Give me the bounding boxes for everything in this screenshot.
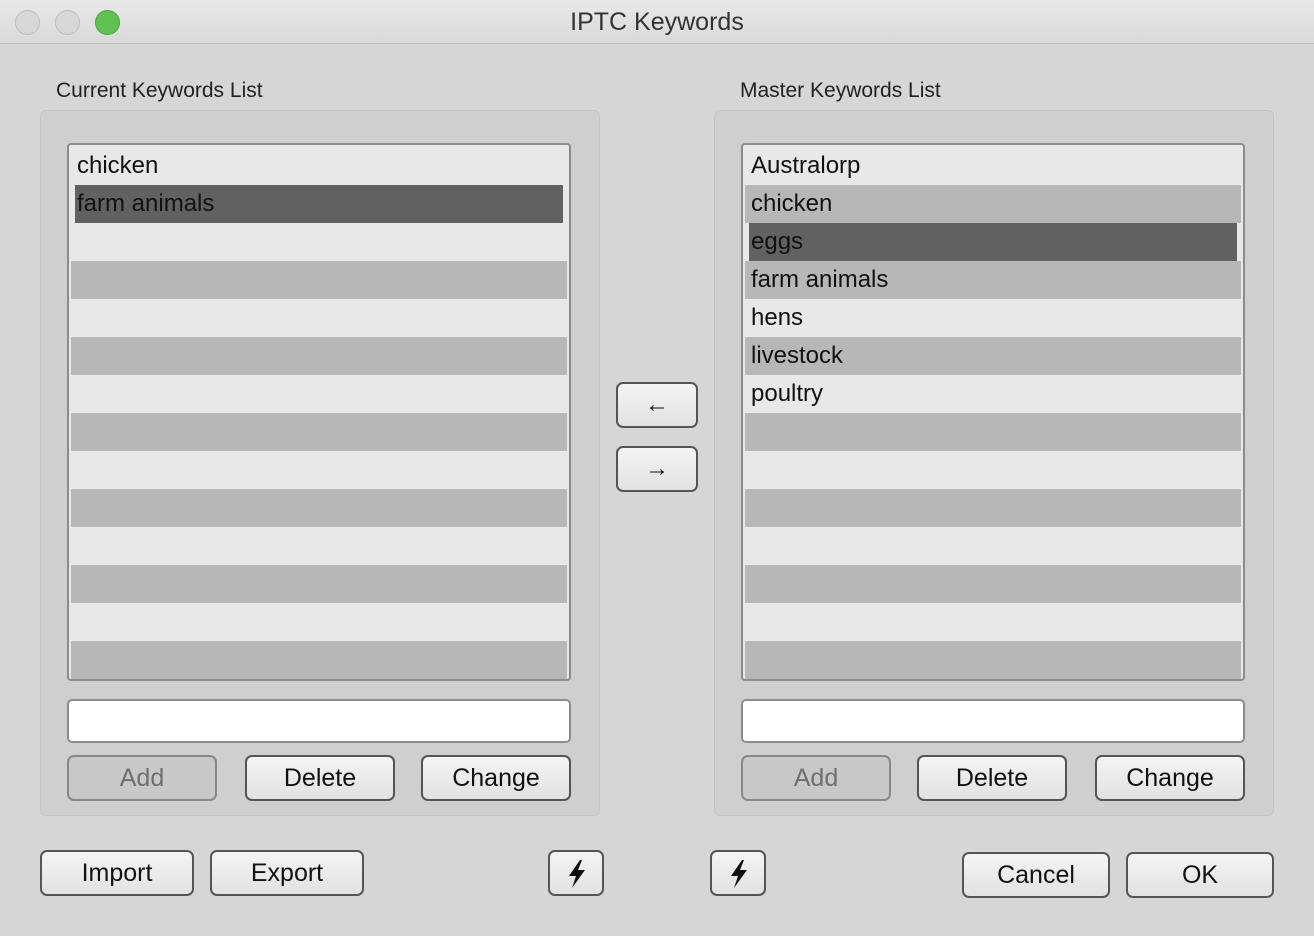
lightning-bolt-icon [569,860,585,888]
export-button[interactable]: Export [210,850,364,896]
window-title: IPTC Keywords [570,8,744,36]
lightning-bolt-icon [731,860,747,888]
title-bar: IPTC Keywords [0,0,1314,44]
current-change-button[interactable]: Change [421,755,571,801]
list-item[interactable]: farm animals [75,185,563,223]
list-item[interactable]: hens [745,299,1241,337]
current-keywords-list[interactable]: chicken farm animals [67,143,571,681]
move-to-current-button[interactable]: ← [616,382,698,428]
list-item[interactable] [745,489,1241,527]
move-to-master-button[interactable]: → [616,446,698,492]
list-item[interactable] [71,337,567,375]
list-item[interactable] [71,223,567,261]
list-item[interactable] [745,565,1241,603]
list-item[interactable] [71,489,567,527]
master-change-button[interactable]: Change [1095,755,1245,801]
list-item[interactable]: farm animals [745,261,1241,299]
import-button[interactable]: Import [40,850,194,896]
list-item[interactable]: chicken [745,185,1241,223]
list-item[interactable] [71,527,567,565]
list-item[interactable] [745,641,1241,679]
list-item[interactable] [71,641,567,679]
list-item[interactable] [71,565,567,603]
list-item[interactable] [745,527,1241,565]
master-keyword-input[interactable] [741,699,1245,743]
list-item[interactable]: poultry [745,375,1241,413]
arrow-left-icon: ← [645,391,669,418]
master-action-button[interactable] [710,850,766,896]
list-item[interactable] [745,451,1241,489]
current-keyword-input[interactable] [67,699,571,743]
arrow-right-icon: → [645,455,669,482]
list-item[interactable] [745,413,1241,451]
list-item[interactable] [745,603,1241,641]
list-item[interactable]: livestock [745,337,1241,375]
current-action-button[interactable] [548,850,604,896]
current-keywords-label: Current Keywords List [56,79,263,102]
list-item[interactable] [71,451,567,489]
master-add-button[interactable]: Add [741,755,891,801]
ok-button[interactable]: OK [1126,852,1274,898]
master-keywords-label: Master Keywords List [740,79,941,102]
list-item[interactable]: chicken [71,147,567,185]
list-item[interactable] [71,375,567,413]
list-item[interactable] [71,413,567,451]
cancel-button[interactable]: Cancel [962,852,1110,898]
master-keywords-list[interactable]: Australorp chicken eggs farm animals hens liv… [741,143,1245,681]
master-delete-button[interactable]: Delete [917,755,1067,801]
list-item[interactable]: Australorp [745,147,1241,185]
master-keywords-group: Australorp chicken eggs farm animals hens liv… [714,110,1274,816]
list-item[interactable] [71,603,567,641]
list-item[interactable] [71,299,567,337]
list-item[interactable]: eggs [749,223,1237,261]
current-add-button[interactable]: Add [67,755,217,801]
current-keywords-group: chicken farm animals Add Delete Change [40,110,600,816]
list-item[interactable] [71,261,567,299]
current-delete-button[interactable]: Delete [245,755,395,801]
